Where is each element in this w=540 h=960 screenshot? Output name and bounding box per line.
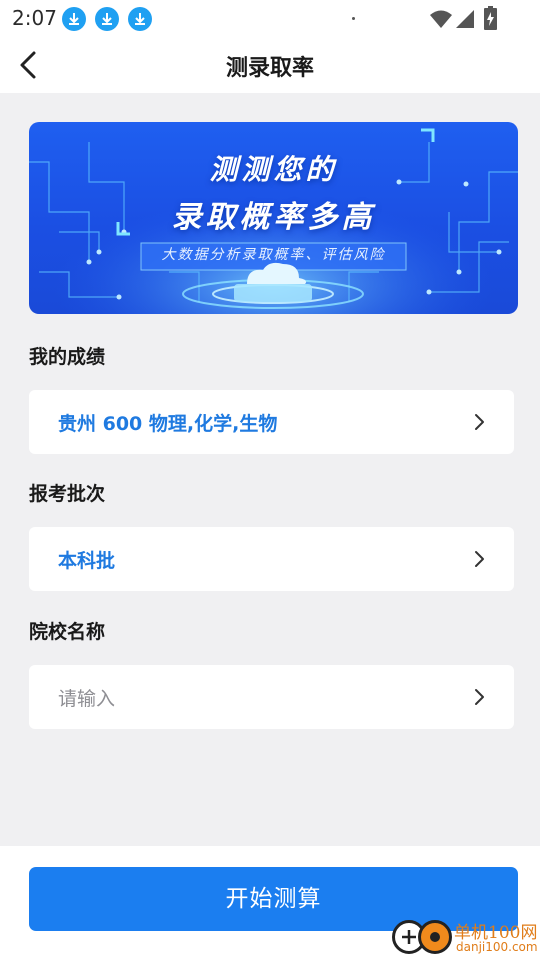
watermark-logo-dot-icon (418, 920, 452, 954)
watermark-url: danji100.com (456, 940, 538, 954)
banner-title-line1: 测测您的 (209, 153, 338, 186)
school-placeholder: 请输入 (58, 688, 116, 710)
notification-dot (352, 17, 355, 20)
banner-title-line2: 录取概率多高 (171, 200, 376, 235)
download-icon (62, 7, 86, 31)
school-label: 院校名称 (29, 621, 106, 643)
wifi-icon (430, 10, 452, 28)
batch-label: 报考批次 (29, 483, 106, 505)
promo-banner: 测测您的 录取概率多高 大数据分析录取概率、评估风险 (29, 122, 518, 314)
score-field[interactable]: 贵州 600 物理,化学,生物 (29, 390, 514, 454)
signal-icon (456, 10, 474, 28)
chevron-right-icon (475, 414, 484, 430)
page-title: 测录取率 (225, 56, 314, 81)
download-icon (128, 7, 152, 31)
chevron-right-icon (475, 689, 484, 705)
battery-charging-icon (484, 6, 497, 30)
school-name-input[interactable]: 请输入 (29, 665, 514, 729)
banner-subtitle: 大数据分析录取概率、评估风险 (161, 247, 386, 263)
batch-field[interactable]: 本科批 (29, 527, 514, 591)
watermark: 单机100网 danji100.com (392, 916, 540, 960)
chevron-right-icon (475, 551, 484, 567)
status-bar: 2:07 (0, 0, 540, 38)
batch-value: 本科批 (58, 550, 116, 572)
score-label: 我的成绩 (29, 346, 106, 368)
score-value: 贵州 600 物理,化学,生物 (58, 413, 278, 435)
nav-bar: 测录取率 (0, 38, 540, 93)
download-icon (95, 7, 119, 31)
status-time: 2:07 (12, 6, 57, 30)
